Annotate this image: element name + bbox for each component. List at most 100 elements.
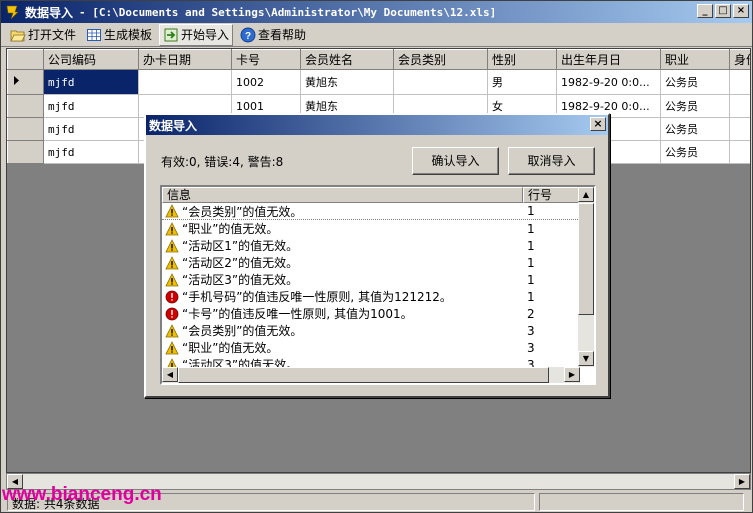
list-item[interactable]: “卡号”的值违反唯一性原则, 其值为1001。 2 xyxy=(162,305,580,322)
message-cell: “活动区2”的值无效。 xyxy=(162,254,523,271)
window-title: 数据导入 xyxy=(25,5,74,20)
cell-id[interactable] xyxy=(729,117,750,141)
import-dialog: 数据导入 × 有效:0, 错误:4, 警告:8 确认导入 取消导入 信息 行号 … xyxy=(144,113,610,398)
list-scroll-right-button[interactable]: ▶ xyxy=(564,367,580,382)
message-cell: “会员类别”的值无效。 xyxy=(162,322,523,339)
message-text: “活动区2”的值无效。 xyxy=(182,256,299,270)
row-indicator[interactable] xyxy=(7,94,44,118)
error-icon xyxy=(165,307,179,321)
toolbar: 打开文件 生成模板 开始导入 ? 查看帮助 xyxy=(1,23,752,47)
scroll-down-button[interactable]: ▼ xyxy=(578,351,594,366)
list-item[interactable]: “手机号码”的值违反唯一性原则, 其值为121212。 1 xyxy=(162,288,580,305)
cell-id[interactable] xyxy=(729,69,750,95)
col-header-member-name[interactable]: 会员姓名 xyxy=(300,49,394,70)
list-item[interactable]: “职业”的值无效。 1 xyxy=(162,220,580,237)
message-text: “会员类别”的值无效。 xyxy=(182,324,303,338)
message-text: “手机号码”的值违反唯一性原则, 其值为121212。 xyxy=(182,290,452,304)
dialog-close-button[interactable]: × xyxy=(590,117,606,131)
list-scroll-thumb[interactable] xyxy=(178,367,549,383)
svg-text:?: ? xyxy=(245,31,251,42)
col-header-info[interactable]: 信息 xyxy=(162,187,523,203)
col-header-birthdate[interactable]: 出生年月日 xyxy=(556,49,661,70)
app-icon xyxy=(5,5,19,20)
help-icon: ? xyxy=(240,27,256,43)
start-import-label: 开始导入 xyxy=(181,28,230,42)
message-cell: “活动区1”的值无效。 xyxy=(162,237,523,254)
warning-icon xyxy=(165,221,179,236)
close-button[interactable]: × xyxy=(733,4,749,18)
message-text: “职业”的值无效。 xyxy=(182,341,279,355)
list-vertical-scrollbar[interactable]: ▲ ▼ xyxy=(578,187,594,367)
import-summary: 有效:0, 错误:4, 警告:8 xyxy=(161,155,284,169)
list-item[interactable]: “活动区3”的值无效。 1 xyxy=(162,271,580,288)
watermark: www.bianceng.cn xyxy=(2,484,162,505)
col-header-member-type[interactable]: 会员类别 xyxy=(393,49,488,70)
row-indicator[interactable] xyxy=(7,140,44,164)
open-file-label: 打开文件 xyxy=(28,28,77,42)
cell-company-code[interactable]: mjfd xyxy=(43,69,139,95)
cell-card-no[interactable]: 1002 xyxy=(231,69,301,95)
line-number-cell: 1 xyxy=(527,289,535,304)
cell-card-date[interactable] xyxy=(138,69,232,95)
message-text: “活动区3”的值无效。 xyxy=(182,273,299,287)
scroll-thumb[interactable] xyxy=(578,203,594,315)
cell-occupation[interactable]: 公务员 xyxy=(660,117,730,141)
table-icon xyxy=(86,27,102,43)
cell-company-code[interactable]: mjfd xyxy=(43,117,139,141)
list-item[interactable]: “活动区1”的值无效。 1 xyxy=(162,237,580,254)
view-help-button[interactable]: ? 查看帮助 xyxy=(237,24,309,46)
cell-gender[interactable]: 男 xyxy=(487,69,557,95)
cell-occupation[interactable]: 公务员 xyxy=(660,140,730,164)
dialog-title-bar: 数据导入 × xyxy=(146,115,608,135)
line-number-cell: 1 xyxy=(527,221,535,236)
col-header-gender[interactable]: 性别 xyxy=(487,49,557,70)
row-indicator[interactable] xyxy=(7,69,44,95)
folder-open-icon xyxy=(10,27,26,43)
start-import-button[interactable]: 开始导入 xyxy=(159,23,234,46)
cell-id[interactable] xyxy=(729,94,750,118)
warning-icon xyxy=(165,255,179,270)
col-header-card-date[interactable]: 办卡日期 xyxy=(138,49,232,70)
cancel-import-button[interactable]: 取消导入 xyxy=(508,147,595,175)
list-item[interactable]: “活动区2”的值无效。 1 xyxy=(162,254,580,271)
message-cell: “活动区3”的值无效。 xyxy=(162,271,523,288)
col-header-company-code[interactable]: 公司编码 xyxy=(43,49,139,70)
cell-occupation[interactable]: 公务员 xyxy=(660,69,730,95)
line-number-cell: 1 xyxy=(527,238,535,253)
row-indicator[interactable] xyxy=(7,117,44,141)
list-horizontal-scrollbar[interactable]: ◀ ▶ xyxy=(162,367,580,383)
table-row[interactable]: mjfd 1002 黄旭东 男 1982-9-20 0:0... 公务员 xyxy=(7,69,750,95)
warning-icon xyxy=(165,272,179,287)
window-path: - [C:\Documents and Settings\Administrat… xyxy=(79,5,497,19)
message-list[interactable]: 信息 行号 “会员类别”的值无效。 1 “职业”的值无效。 1 “活动区1”的值无效。 1… xyxy=(160,185,596,385)
error-icon xyxy=(165,290,179,304)
maximize-button[interactable]: □ xyxy=(715,4,731,18)
minimize-button[interactable]: _ xyxy=(697,4,713,18)
open-file-button[interactable]: 打开文件 xyxy=(7,24,79,46)
message-list-header: 信息 行号 xyxy=(162,187,580,203)
col-header-id[interactable]: 身份 xyxy=(729,49,750,70)
message-text: “活动区1”的值无效。 xyxy=(182,239,299,253)
cell-member-name[interactable]: 黄旭东 xyxy=(300,69,394,95)
cell-company-code[interactable]: mjfd xyxy=(43,140,139,164)
generate-template-button[interactable]: 生成模板 xyxy=(83,24,155,46)
cell-company-code[interactable]: mjfd xyxy=(43,94,139,118)
cell-id[interactable] xyxy=(729,140,750,164)
col-header-card-no[interactable]: 卡号 xyxy=(231,49,301,70)
col-header-occupation[interactable]: 职业 xyxy=(660,49,730,70)
list-scroll-left-button[interactable]: ◀ xyxy=(162,367,178,382)
list-item[interactable]: “会员类别”的值无效。 3 xyxy=(162,322,580,339)
list-item[interactable]: “职业”的值无效。 3 xyxy=(162,339,580,356)
message-cell: “手机号码”的值违反唯一性原则, 其值为121212。 xyxy=(162,288,523,305)
message-cell: “职业”的值无效。 xyxy=(162,220,523,237)
cell-member-type[interactable] xyxy=(393,69,488,95)
cell-birthdate[interactable]: 1982-9-20 0:0... xyxy=(556,69,661,95)
list-item[interactable]: “会员类别”的值无效。 1 xyxy=(162,203,580,220)
confirm-import-button[interactable]: 确认导入 xyxy=(412,147,499,175)
scroll-up-button[interactable]: ▲ xyxy=(578,187,594,202)
scroll-right-button[interactable]: ▶ xyxy=(734,474,750,489)
cell-occupation[interactable]: 公务员 xyxy=(660,94,730,118)
line-number-cell: 2 xyxy=(527,306,535,321)
warning-icon xyxy=(165,340,179,355)
col-header-line[interactable]: 行号 xyxy=(523,187,580,203)
